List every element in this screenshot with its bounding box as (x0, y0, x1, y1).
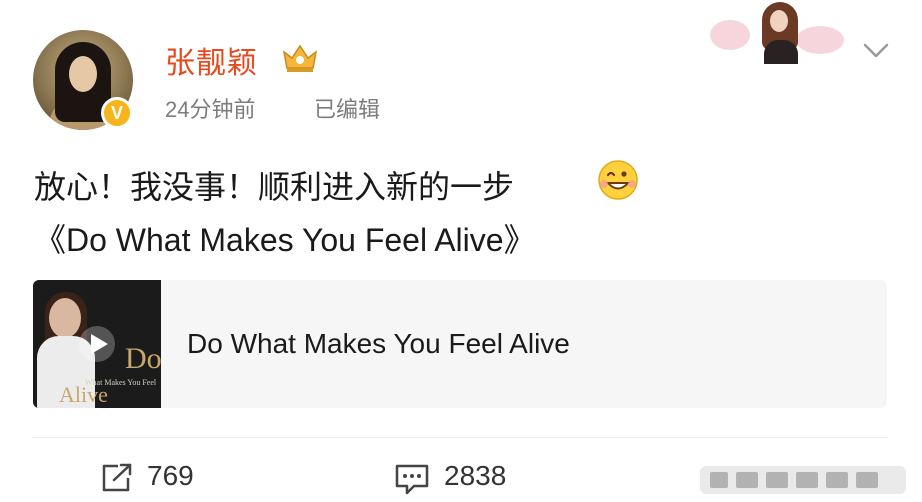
post-text-line: 放心！我没事！顺利进入新的一步 (34, 169, 515, 205)
weibo-post: V 张靓颖 24分钟前 已编辑 放心！我没事！顺利进入新的一步 《Do What… (0, 0, 922, 502)
repost-icon[interactable] (100, 462, 134, 494)
music-title[interactable]: Do What Makes You Feel Alive (187, 328, 570, 360)
album-cover[interactable]: Do What Makes You Feel Alive (33, 280, 161, 408)
crown-icon (282, 44, 318, 72)
edited-label[interactable]: 已编辑 (314, 92, 380, 124)
play-icon[interactable] (77, 324, 117, 364)
watermark (700, 466, 906, 494)
avatar-face (69, 56, 97, 92)
username[interactable]: 张靓颖 (165, 38, 258, 82)
repost-count[interactable]: 769 (147, 460, 194, 492)
post-time: 24分钟前 (165, 97, 256, 122)
grin-emoji-icon (598, 160, 638, 200)
divider (33, 437, 887, 438)
post-song-title[interactable]: 《Do What Makes You Feel Alive》 (34, 215, 536, 261)
decor-figure-face (770, 10, 788, 32)
cover-title-alive: Alive (59, 382, 108, 407)
verified-badge-icon: V (101, 97, 133, 129)
music-card[interactable]: Do What Makes You Feel Alive Do What Mak… (33, 280, 887, 408)
card-decoration (706, 0, 851, 64)
decor-blob (710, 20, 750, 50)
chevron-down-icon[interactable] (862, 42, 890, 60)
decor-figure-body (764, 40, 798, 64)
comment-icon[interactable] (394, 462, 430, 496)
decor-blob (796, 26, 844, 54)
cover-title-big: Do (125, 342, 161, 375)
comment-count[interactable]: 2838 (444, 460, 506, 492)
